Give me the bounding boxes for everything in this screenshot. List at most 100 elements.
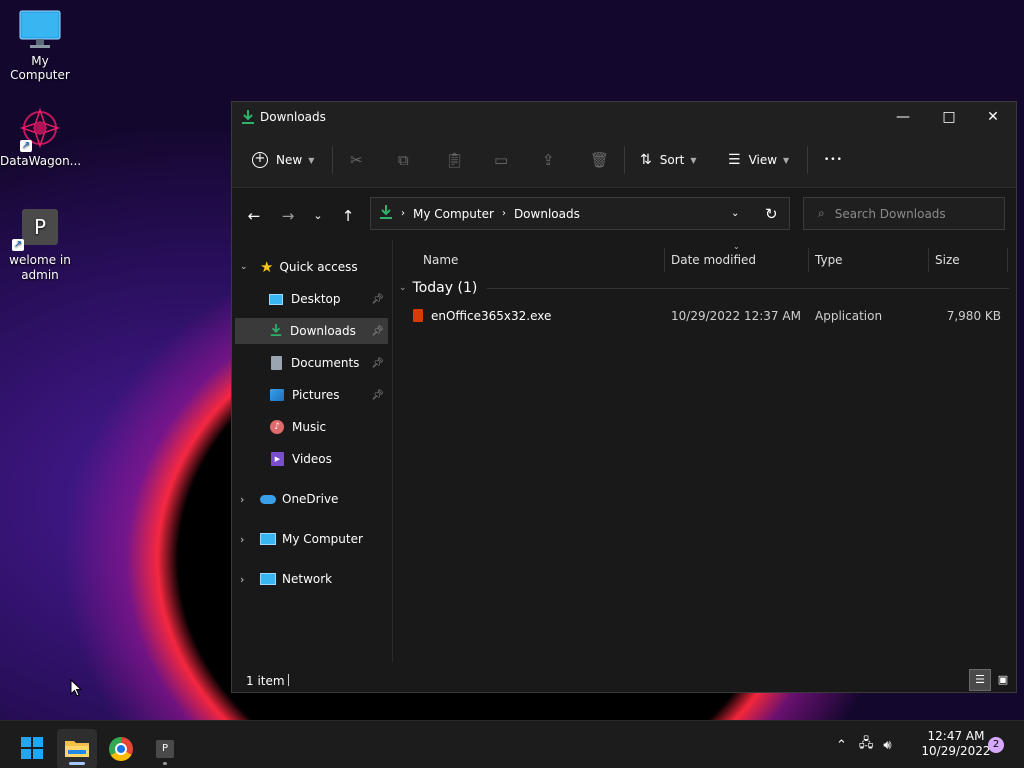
column-divider[interactable] <box>808 248 809 272</box>
breadcrumb-downloads[interactable]: Downloads <box>514 207 580 221</box>
column-divider[interactable] <box>1007 248 1008 272</box>
up-arrow-icon[interactable]: ↑ <box>336 204 360 228</box>
chevron-right-icon: › <box>240 532 245 546</box>
nav-desktop[interactable]: Desktop 📌︎ <box>235 286 388 312</box>
app-p-glyph: P <box>33 215 47 239</box>
pin-icon[interactable]: 📌︎ <box>371 390 384 401</box>
address-dropdown-chevron-icon[interactable]: ⌄ <box>731 208 739 219</box>
pin-icon[interactable]: 📌︎ <box>371 358 384 369</box>
more-options-button[interactable]: ••• <box>824 148 843 172</box>
close-button[interactable]: ✕ <box>970 102 1016 132</box>
network-icon <box>260 573 276 585</box>
forward-arrow-icon[interactable]: → <box>276 204 300 228</box>
column-divider[interactable] <box>928 248 929 272</box>
nav-downloads-selected[interactable]: Downloads 📌︎ <box>235 318 388 344</box>
download-icon <box>379 204 393 223</box>
active-indicator <box>69 762 85 765</box>
nav-network[interactable]: › Network <box>240 566 390 592</box>
view-label: View <box>748 153 778 167</box>
nav-my-computer[interactable]: › My Computer <box>240 526 390 552</box>
desktop-icon-label: My Computer <box>10 54 70 82</box>
search-placeholder: Search Downloads <box>834 206 946 221</box>
toolbar-divider <box>624 146 625 174</box>
show-hidden-icons-chevron-icon[interactable]: ⌃ <box>836 738 847 753</box>
item-count: 1 item <box>246 674 285 688</box>
group-header-today[interactable]: ⌄ Today (1) <box>399 278 1009 298</box>
taskbar-p-app-button[interactable]: P <box>145 729 185 768</box>
taskbar-file-explorer-button[interactable] <box>57 729 97 768</box>
mouse-cursor-icon <box>70 678 83 700</box>
download-icon <box>270 323 282 340</box>
view-button[interactable]: ☰ View ▼ <box>728 148 789 172</box>
nav-quick-access[interactable]: ⌄ ★ Quick access <box>240 254 390 280</box>
details-view-icon[interactable]: ☰ <box>969 669 991 691</box>
paste-icon[interactable]: 📋︎ <box>445 148 464 172</box>
column-header-name[interactable]: Name <box>423 248 458 272</box>
nav-label: Pictures <box>292 388 340 402</box>
file-row[interactable]: enOffice365x32.exe 10/29/2022 12:37 AM A… <box>409 304 1009 328</box>
nav-pictures[interactable]: Pictures 📌︎ <box>235 382 388 408</box>
chevron-down-icon: ▼ <box>690 155 697 165</box>
view-icon: ☰ <box>728 152 741 168</box>
command-bar: + New ▼ ✂ ⧉ 📋︎ ▭ ⇪ 🗑︎ ⇅ Sort ▼ ☰ View ▼ … <box>232 132 1016 188</box>
app-p-icon: P ↗ <box>12 209 58 251</box>
share-icon[interactable]: ⇪ <box>542 148 555 172</box>
volume-icon[interactable]: 🔊︎ <box>883 738 891 753</box>
desktop-icon-datawagon[interactable]: ↗ DataWagon... <box>0 106 82 168</box>
plus-circle-icon: + <box>252 152 268 168</box>
column-header-size[interactable]: Size <box>935 248 960 272</box>
nav-label: Downloads <box>290 324 356 338</box>
taskbar-chrome-button[interactable] <box>101 729 141 768</box>
sort-label: Sort <box>659 153 685 167</box>
network-status-icon[interactable]: 🖧︎ <box>859 734 874 756</box>
breadcrumb-my-computer[interactable]: My Computer <box>413 207 494 221</box>
desktop-icon-label: DataWagon... <box>0 154 82 168</box>
sort-icon: ⇅ <box>640 152 652 168</box>
start-button[interactable] <box>12 729 52 768</box>
column-header-date-modified[interactable]: Date modified <box>671 248 756 272</box>
file-date: 10/29/2022 12:37 AM <box>671 309 801 323</box>
nav-videos[interactable]: ▶ Videos <box>235 446 388 472</box>
desktop-icon <box>269 293 283 305</box>
recent-locations-chevron-icon[interactable]: ⌄ <box>306 204 330 228</box>
desktop-icon-welcome-admin[interactable]: P ↗ welome in admin <box>0 209 80 283</box>
file-list-pane: Name ⌄ Date modified Type Size ⌄ Today (… <box>392 240 1016 763</box>
minimize-button[interactable]: — <box>880 102 926 132</box>
desktop-icon-my-computer[interactable]: My Computer <box>0 10 80 82</box>
pin-icon[interactable]: 📌︎ <box>371 294 384 305</box>
search-icon: ⌕ <box>818 206 825 220</box>
cut-icon[interactable]: ✂ <box>350 148 363 172</box>
file-name: enOffice365x32.exe <box>431 309 552 323</box>
chevron-down-icon: ▼ <box>783 155 790 165</box>
new-button[interactable]: + New ▼ <box>252 148 314 172</box>
rename-icon[interactable]: ▭ <box>494 148 508 172</box>
navigation-pane: ⌄ ★ Quick access Desktop 📌︎ Downloads 📌︎… <box>232 240 390 662</box>
nav-label: Desktop <box>291 292 341 306</box>
nav-onedrive[interactable]: › OneDrive <box>240 486 390 512</box>
large-icons-view-icon[interactable]: ▣ <box>992 669 1014 691</box>
monitor-icon <box>18 10 62 50</box>
sort-button[interactable]: ⇅ Sort ▼ <box>640 148 697 172</box>
refresh-icon[interactable]: ↻ <box>765 205 778 223</box>
status-divider <box>288 674 289 686</box>
star-icon: ★ <box>260 258 274 276</box>
notification-badge[interactable]: 2 <box>988 737 1004 753</box>
column-header-type[interactable]: Type <box>815 248 843 272</box>
back-arrow-icon[interactable]: ← <box>242 204 266 228</box>
nav-documents[interactable]: Documents 📌︎ <box>235 350 388 376</box>
group-divider <box>487 287 1009 289</box>
address-bar[interactable]: › My Computer › Downloads ⌄ ↻ <box>370 197 790 230</box>
chevron-down-icon: ⌄ <box>240 262 248 272</box>
pictures-icon <box>270 389 284 401</box>
pin-icon[interactable]: 📌︎ <box>371 326 384 337</box>
file-type: Application <box>815 309 883 323</box>
title-bar[interactable]: Downloads — □ ✕ <box>232 102 1016 132</box>
column-divider[interactable] <box>664 248 665 272</box>
delete-icon[interactable]: 🗑︎ <box>590 148 609 172</box>
nav-music[interactable]: ♪ Music <box>235 414 388 440</box>
search-box[interactable]: ⌕ Search Downloads <box>803 197 1005 230</box>
maximize-button[interactable]: □ <box>926 102 972 132</box>
copy-icon[interactable]: ⧉ <box>398 148 409 172</box>
new-label: New <box>276 153 303 167</box>
clock[interactable]: 12:47 AM 10/29/2022 <box>918 729 994 759</box>
